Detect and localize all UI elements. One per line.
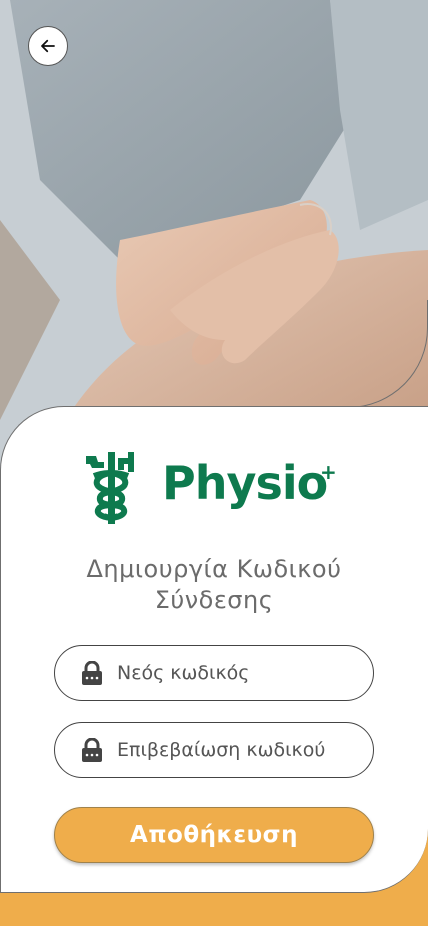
create-password-screen: Physio + Δημιουργία Κωδικού Σύνδεσης Απο… — [0, 0, 428, 926]
new-password-input[interactable] — [117, 662, 347, 684]
page-title: Δημιουργία Κωδικού Σύνδεσης — [40, 554, 388, 616]
hero-photo — [0, 0, 428, 470]
back-button[interactable] — [28, 26, 68, 66]
title-line-1: Δημιουργία Κωδικού — [86, 555, 342, 583]
new-password-field[interactable] — [54, 645, 374, 701]
lock-icon — [82, 738, 102, 762]
save-button[interactable]: Αποθήκευση — [54, 807, 374, 863]
brand-superscript: + — [320, 460, 337, 484]
title-line-2: Σύνδεσης — [154, 586, 274, 614]
caduceus-icon — [86, 452, 134, 524]
lock-icon — [82, 661, 102, 685]
physio-logo: Physio + — [84, 450, 337, 528]
confirm-password-field[interactable] — [54, 722, 374, 778]
confirm-password-input[interactable] — [117, 739, 347, 761]
arrow-left-icon — [41, 39, 55, 53]
brand-name: Physio — [162, 456, 328, 510]
